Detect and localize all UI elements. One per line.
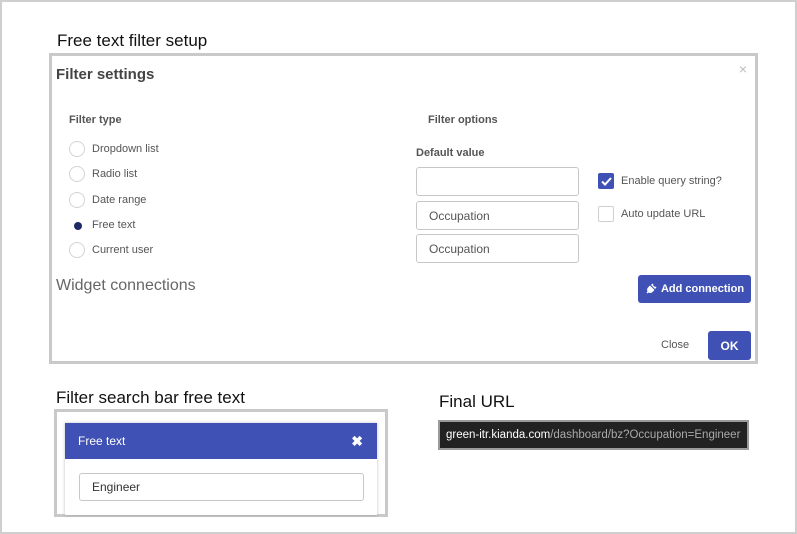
radio-label: Dropdown list	[92, 143, 159, 155]
radio-date-range[interactable]: Date range	[69, 190, 146, 210]
filter-type-label: Filter type	[69, 114, 122, 126]
radio-radio-list[interactable]: Radio list	[69, 164, 137, 184]
radio-current-user[interactable]: Current user	[69, 240, 153, 260]
final-url-caption: Final URL	[439, 392, 515, 411]
filter-search-bar-panel: Free text ✖ Engineer	[54, 409, 388, 517]
query-key-input[interactable]: Occupation	[416, 234, 579, 263]
dialog-close-icon[interactable]: ×	[739, 61, 747, 77]
auto-update-url-option[interactable]: Auto update URL	[598, 206, 705, 222]
radio-button[interactable]	[69, 192, 85, 208]
auto-update-url-label: Auto update URL	[621, 208, 706, 220]
url-path: /dashboard/bz?Occupation=Engineer	[550, 429, 741, 441]
add-connection-button[interactable]: Add connection	[638, 275, 751, 303]
free-text-filter-card: Free text ✖ Engineer	[65, 423, 377, 515]
radio-button[interactable]	[69, 242, 85, 258]
field-name-input[interactable]: Occupation	[416, 201, 579, 230]
search-bar-caption: Filter search bar free text	[56, 388, 245, 407]
default-value-field[interactable]	[416, 167, 579, 196]
close-icon[interactable]: ✖	[351, 433, 363, 450]
radio-button[interactable]	[69, 141, 85, 157]
radio-button[interactable]	[69, 166, 85, 182]
plug-icon	[645, 283, 657, 295]
check-icon	[600, 176, 612, 186]
dialog-title: Filter settings	[56, 66, 155, 83]
card-title: Free text	[78, 434, 126, 448]
filter-options-label: Filter options	[428, 114, 498, 126]
ok-button[interactable]: OK	[708, 331, 751, 360]
card-header: Free text ✖	[65, 423, 377, 459]
widget-connections-heading: Widget connections	[56, 277, 196, 294]
enable-query-string-checkbox[interactable]	[598, 173, 614, 189]
radio-label: Radio list	[92, 168, 138, 180]
close-button[interactable]: Close	[661, 339, 689, 351]
setup-caption: Free text filter setup	[57, 31, 208, 50]
radio-dropdown-list[interactable]: Dropdown list	[69, 139, 159, 159]
radio-free-text[interactable]: Free text	[69, 215, 135, 235]
enable-query-string-option[interactable]: Enable query string?	[598, 173, 722, 189]
url-host: green-itr.kianda.com	[446, 429, 551, 441]
radio-label: Date range	[92, 194, 147, 206]
default-value-label: Default value	[416, 147, 485, 159]
url-bar[interactable]: green-itr.kianda.com/dashboard/bz?Occupa…	[438, 420, 749, 450]
filter-settings-dialog: Filter settings × Filter type Dropdown l…	[49, 53, 758, 364]
enable-query-string-label: Enable query string?	[621, 175, 722, 187]
auto-update-url-checkbox[interactable]	[598, 206, 614, 222]
radio-button-selected[interactable]	[69, 217, 85, 233]
radio-label: Free text	[92, 219, 136, 231]
add-connection-label: Add connection	[660, 283, 745, 295]
free-text-input[interactable]: Engineer	[79, 473, 364, 501]
radio-label: Current user	[92, 244, 154, 256]
